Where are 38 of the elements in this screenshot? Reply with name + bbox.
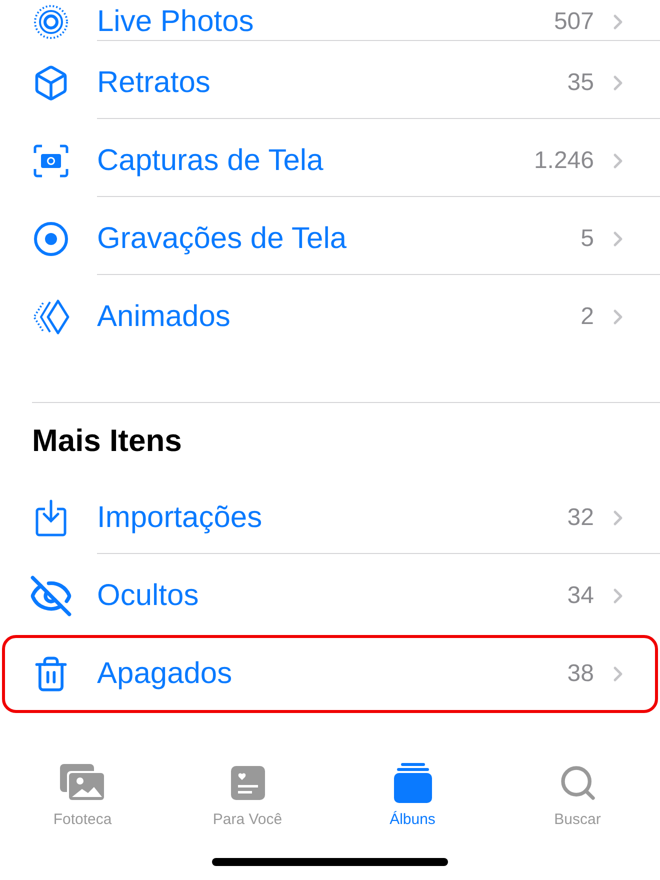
album-row[interactable]: Live Photos 507 <box>2 0 658 44</box>
album-row[interactable]: Ocultos 34 <box>2 557 658 635</box>
album-count: 35 <box>567 68 594 96</box>
album-name: Gravações de Tela <box>97 222 348 256</box>
album-row[interactable]: Animados 2 <box>2 278 658 356</box>
album-name: Retratos <box>97 66 212 100</box>
album-row[interactable]: Retratos 35 <box>2 44 658 122</box>
album-name: Ocultos <box>97 578 200 612</box>
album-count: 34 <box>567 582 594 610</box>
album-count: 5 <box>580 224 594 252</box>
album-count: 2 <box>580 302 594 330</box>
album-count: 32 <box>567 504 594 532</box>
album-row[interactable]: Importações 32 <box>2 479 658 557</box>
record-icon <box>33 221 69 257</box>
hidden-eye-icon <box>29 574 73 618</box>
album-name: Animados <box>97 300 232 334</box>
album-name: Importações <box>97 500 264 534</box>
album-row[interactable]: Apagados 38 <box>2 635 658 713</box>
tab-bar-item[interactable]: Buscar <box>495 761 660 828</box>
screenshot-icon <box>33 144 69 178</box>
album-count: 1.246 <box>534 146 594 174</box>
layered-diamond-icon <box>32 299 70 335</box>
import-icon <box>34 499 68 537</box>
album-count: 507 <box>554 8 594 36</box>
tab-bar-item[interactable]: Álbuns <box>330 761 495 828</box>
photos-icon <box>60 764 106 802</box>
albums-stack-icon <box>394 763 432 803</box>
album-name: Apagados <box>97 656 234 690</box>
album-row[interactable]: Gravações de Tela 5 <box>2 200 658 278</box>
live-photo-icon <box>32 3 70 41</box>
album-name: Live Photos <box>97 4 255 38</box>
album-row[interactable]: Capturas de Tela 1.246 <box>2 122 658 200</box>
album-count: 38 <box>567 660 594 688</box>
memories-card-icon <box>230 766 264 800</box>
tab-bar-item[interactable]: Fototeca <box>0 761 165 828</box>
album-name: Capturas de Tela <box>97 144 324 178</box>
section-header: Mais Itens <box>32 422 183 460</box>
tab-bar-item[interactable]: Para Você <box>165 761 330 828</box>
